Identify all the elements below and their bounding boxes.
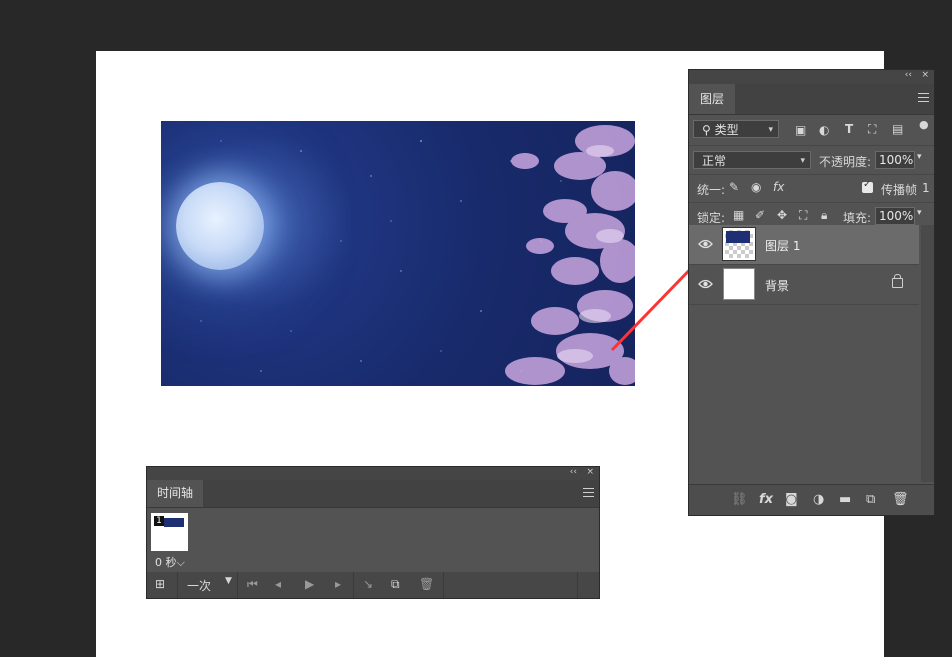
lock-artboard-icon[interactable]: ⛶: [799, 208, 807, 223]
first-frame-icon[interactable]: ⏮: [247, 577, 258, 592]
visibility-eye-icon[interactable]: [698, 238, 713, 250]
lock-icon: [892, 274, 903, 288]
filter-toggle-icon[interactable]: ●: [919, 118, 929, 131]
shape-filter-icon[interactable]: ⛶: [868, 122, 876, 137]
frame-preview: [164, 518, 184, 527]
fill-dropdown-icon[interactable]: ▾: [917, 208, 922, 218]
close-panel-icon[interactable]: ×: [921, 70, 929, 80]
convert-timeline-icon[interactable]: ⊞: [155, 577, 165, 591]
timeline-panel: ‹‹ × 时间轴 1 0 秒⌵ ⊞ 一次 ▼ ⏮ ◂ ▶ ▸ ↘ ⧉ 🗑︎: [146, 466, 600, 599]
loop-options-select[interactable]: 一次: [187, 577, 211, 594]
new-layer-icon[interactable]: ⧉: [866, 492, 875, 507]
unify-row: 统一: ✎ ◉ fx 传播帧 1: [689, 175, 934, 203]
baidu-jingyan-watermark: Bai 经验 jingyan.baidu.com: [730, 574, 854, 629]
layer-name[interactable]: 背景: [765, 277, 789, 294]
blend-mode-select[interactable]: 正常 ▾: [693, 151, 811, 169]
layer-list: 图层 1 背景: [689, 225, 920, 482]
frame-number: 1: [154, 516, 164, 526]
panel-menu-icon[interactable]: [583, 488, 594, 500]
tab-layers[interactable]: 图层: [689, 84, 735, 114]
filter-kind-label: 类型: [714, 123, 739, 137]
previous-frame-icon[interactable]: ◂: [275, 577, 281, 591]
timeline-controls: ⊞ 一次 ▼ ⏮ ◂ ▶ ▸ ↘ ⧉ 🗑︎: [147, 572, 599, 598]
fill-input[interactable]: 100%: [875, 207, 915, 225]
pixel-filter-icon[interactable]: ▣: [795, 123, 806, 137]
add-layer-style-icon[interactable]: fx: [759, 492, 773, 507]
timeline-tabbar: 时间轴: [147, 480, 599, 508]
lock-all-icon[interactable]: 🔒︎: [821, 208, 827, 223]
layers-tabbar: 图层: [689, 84, 934, 115]
collapse-panel-icon[interactable]: ‹‹: [905, 70, 912, 80]
collapse-panel-icon[interactable]: ‹‹: [570, 467, 577, 477]
propagate-frame-checkbox[interactable]: [862, 179, 873, 193]
unify-style-icon[interactable]: fx: [773, 180, 784, 194]
layer-list-scrollbar[interactable]: [921, 225, 934, 482]
delete-layer-icon[interactable]: 🗑︎: [892, 492, 909, 507]
tween-icon[interactable]: ↘: [363, 577, 373, 591]
visibility-eye-icon[interactable]: [698, 278, 713, 290]
layer-thumbnail: [723, 268, 755, 300]
watermark-brand: Bai 经验: [730, 582, 854, 617]
lock-label: 锁定:: [697, 211, 726, 225]
search-icon: ⚲: [702, 123, 715, 137]
lock-position-icon[interactable]: ✥: [777, 208, 787, 222]
unify-visibility-icon[interactable]: ◉: [751, 180, 761, 194]
opacity-label: 不透明度:: [819, 155, 872, 169]
next-frame-icon[interactable]: ▸: [335, 577, 341, 591]
lock-transparent-icon[interactable]: ▦: [733, 208, 744, 222]
filter-kind-select[interactable]: ⚲ 类型 ▾: [693, 120, 779, 138]
propagate-frame-label: 传播帧: [881, 183, 918, 197]
new-group-icon[interactable]: ▬: [839, 492, 851, 507]
layers-panel: ‹‹ × 图层 ⚲ 类型 ▾ ▣ ◐ T ⛶ ▤ ● 正常 ▾ 不透明度: 10…: [688, 69, 935, 516]
loop-dropdown-icon[interactable]: ▼: [225, 576, 232, 586]
panel-titlebar: ‹‹ ×: [689, 70, 934, 84]
watermark-url: jingyan.baidu.com: [730, 614, 850, 629]
adjustment-filter-icon[interactable]: ◐: [819, 123, 829, 137]
chevron-down-icon: ▾: [800, 156, 805, 166]
blend-row: 正常 ▾ 不透明度: 100% ▾: [689, 146, 934, 175]
opacity-input[interactable]: 100%: [875, 151, 915, 169]
blend-mode-label: 正常: [702, 154, 727, 168]
close-panel-icon[interactable]: ×: [586, 467, 594, 477]
animation-frame[interactable]: 1 0 秒⌵: [151, 513, 189, 569]
frame-delay[interactable]: 0 秒⌵: [155, 554, 185, 570]
fill-label: 填充:: [843, 211, 872, 225]
smart-object-filter-icon[interactable]: ▤: [892, 122, 903, 136]
play-icon[interactable]: ▶: [305, 577, 314, 591]
opacity-dropdown-icon[interactable]: ▾: [917, 152, 922, 162]
panel-menu-icon[interactable]: [918, 93, 929, 105]
tab-timeline[interactable]: 时间轴: [147, 480, 203, 507]
unify-label: 统一:: [697, 183, 726, 197]
timeline-titlebar: ‹‹ ×: [147, 467, 599, 480]
layer-name[interactable]: 图层 1: [765, 237, 800, 254]
layer-row-background[interactable]: 背景: [689, 265, 919, 305]
link-layers-icon[interactable]: ⛓: [731, 492, 748, 507]
layer-row-layer1[interactable]: 图层 1: [689, 225, 919, 265]
add-mask-icon[interactable]: ◙: [785, 492, 798, 507]
filter-row: ⚲ 类型 ▾ ▣ ◐ T ⛶ ▤ ●: [689, 115, 934, 146]
type-filter-icon[interactable]: T: [845, 122, 853, 136]
layers-bottom-toolbar: ⛓ fx ◙ ◑ ▬ ⧉ 🗑︎: [689, 484, 934, 515]
frame-thumbnail[interactable]: 1: [151, 513, 188, 551]
chevron-down-icon: ▾: [768, 125, 773, 135]
duplicate-frame-icon[interactable]: ⧉: [391, 577, 400, 592]
delete-frame-icon[interactable]: 🗑︎: [419, 577, 434, 591]
new-adjustment-layer-icon[interactable]: ◑: [813, 492, 824, 507]
layer-thumbnail: [722, 227, 756, 261]
unify-position-icon[interactable]: ✎: [729, 180, 739, 194]
lock-image-icon[interactable]: ✐: [755, 208, 765, 222]
propagate-frame-count: 1: [922, 181, 930, 195]
